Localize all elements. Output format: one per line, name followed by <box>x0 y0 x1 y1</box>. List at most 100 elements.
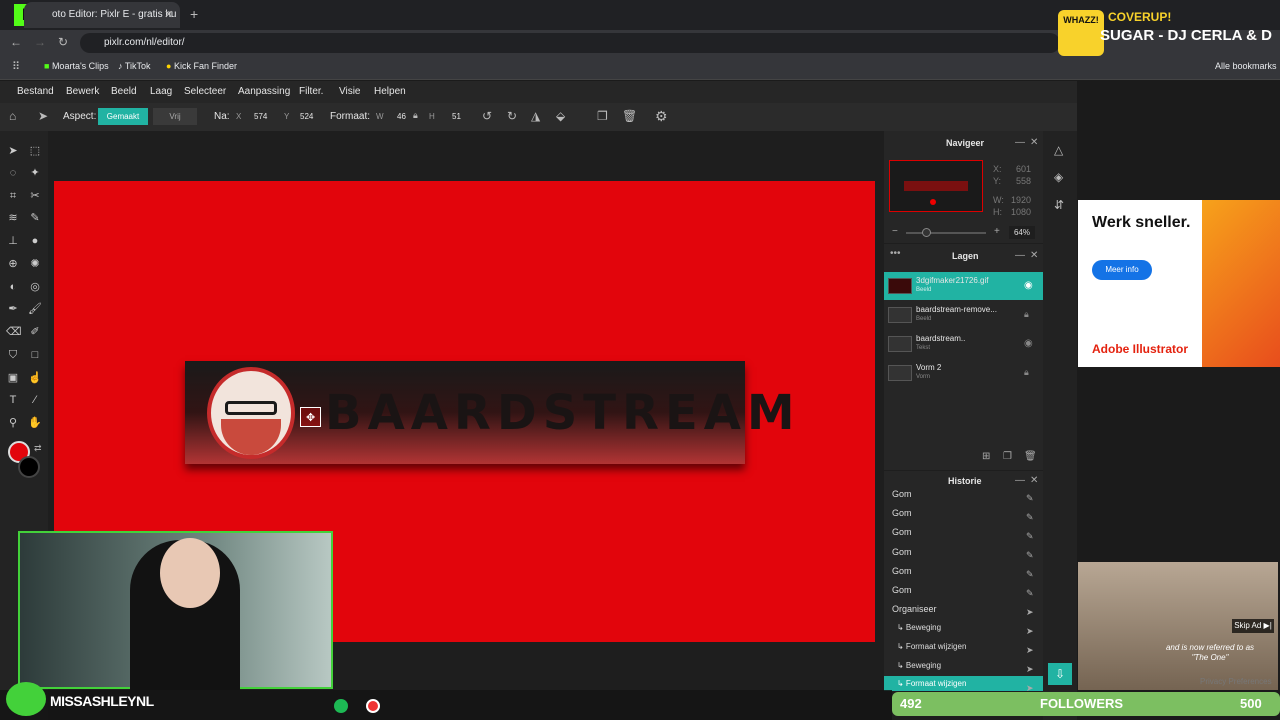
ai-tool-icon[interactable]: △ <box>1054 143 1063 157</box>
ad-more-info-button[interactable]: Meer info <box>1092 260 1152 280</box>
rotate-right-icon[interactable]: ↻ <box>507 109 517 123</box>
lock-ratio-icon[interactable]: 🔒︎ <box>413 110 418 121</box>
swap-colors-icon[interactable]: ⇄ <box>34 443 42 454</box>
adjust-icon[interactable]: ⇵ <box>1054 198 1064 212</box>
menu-visie[interactable]: Visie <box>339 86 361 97</box>
w-input[interactable]: 46 <box>397 112 406 121</box>
new-tab-icon[interactable]: + <box>190 6 198 22</box>
arrange-tool-icon[interactable]: ➤ <box>38 109 48 123</box>
menu-laag[interactable]: Laag <box>150 86 172 97</box>
magic-wand-icon[interactable]: ✦ <box>28 166 42 180</box>
marquee-tool-icon[interactable]: ⬚ <box>28 144 42 158</box>
drop-tool-icon[interactable]: ● <box>28 234 42 248</box>
menu-aanpassing[interactable]: Aanpassing <box>238 86 290 97</box>
url-input[interactable]: pixlr.com/nl/editor/ <box>80 33 1060 53</box>
fill-tool-icon[interactable]: ⛉ <box>6 348 20 362</box>
apps-icon[interactable]: ⠿ <box>12 60 20 73</box>
history-item[interactable]: Organiseer <box>892 604 937 614</box>
add-layer-icon[interactable]: ⊞ <box>982 451 990 462</box>
zoom-in-icon[interactable]: + <box>994 226 1000 237</box>
reload-icon[interactable]: ↻ <box>58 35 68 49</box>
skip-ad-button[interactable]: Skip Ad ▶| <box>1232 619 1274 633</box>
rotate-left-icon[interactable]: ↺ <box>482 109 492 123</box>
secondary-color-swatch[interactable] <box>18 456 40 478</box>
menu-beeld[interactable]: Beeld <box>111 86 137 97</box>
more-options-icon[interactable]: ••• <box>890 248 901 259</box>
arrange-tool-icon[interactable]: ➤ <box>6 144 20 158</box>
globe-tool-icon[interactable]: ⊕ <box>6 257 20 271</box>
brush-tool-icon[interactable]: 🖌︎ <box>28 302 42 316</box>
zoom-out-icon[interactable]: − <box>892 226 898 237</box>
navigator-thumbnail[interactable] <box>889 160 983 212</box>
visibility-eye-icon[interactable]: ◉ <box>1024 280 1033 291</box>
smudge-tool-icon[interactable]: ☝ <box>28 371 42 385</box>
h-input[interactable]: 51 <box>452 112 461 121</box>
sponge-tool-icon[interactable]: ◎ <box>28 280 42 294</box>
duplicate-layer-icon[interactable]: ❐ <box>1003 451 1012 462</box>
lock-icon[interactable]: 🔒︎ <box>1024 367 1029 378</box>
menu-selecteer[interactable]: Selecteer <box>184 86 226 97</box>
bookmark-moartas-clips[interactable]: ■ Moarta's Clips <box>44 61 109 71</box>
home-icon[interactable]: ⌂ <box>9 109 16 123</box>
minimize-icon[interactable]: — <box>1015 250 1025 261</box>
hand-tool-icon[interactable]: ✋ <box>28 416 42 430</box>
flip-vertical-icon[interactable]: ⬙ <box>556 109 565 123</box>
zoom-slider-handle[interactable] <box>922 228 931 237</box>
save-download-icon[interactable]: ⇩ <box>1048 663 1072 685</box>
cutout-tool-icon[interactable]: ✂ <box>28 189 42 203</box>
menu-bestand[interactable]: Bestand <box>17 86 54 97</box>
delete-icon[interactable]: 🗑︎ <box>622 109 637 123</box>
menu-helpen[interactable]: Helpen <box>374 86 406 97</box>
close-tab-icon[interactable]: ✕ <box>164 8 173 21</box>
pattern-tool-icon[interactable]: ✺ <box>28 257 42 271</box>
browser-tab[interactable]: oto Editor: Pixlr E - gratis hu <box>24 2 180 28</box>
clone-brush-icon[interactable]: ✐ <box>28 325 42 339</box>
aspect-vrij-button[interactable]: Vrij <box>153 108 197 125</box>
text-tool-icon[interactable]: T <box>6 393 20 407</box>
stamp-tool-icon[interactable]: ⊥ <box>6 234 20 248</box>
shape-tool-icon[interactable]: □ <box>28 348 42 362</box>
forward-icon[interactable]: → <box>34 35 46 49</box>
duplicate-icon[interactable]: ❐ <box>597 109 608 123</box>
settings-gear-icon[interactable]: ⚙ <box>655 108 668 125</box>
history-item[interactable]: Gom <box>892 547 912 557</box>
close-icon[interactable]: ✕ <box>1030 137 1038 148</box>
history-item[interactable]: Gom <box>892 489 912 499</box>
flip-horizontal-icon[interactable]: ◮ <box>531 109 540 123</box>
eraser-tool-icon[interactable]: ⌫ <box>6 325 22 339</box>
all-bookmarks-button[interactable]: Alle bookmarks <box>1215 61 1277 71</box>
menu-filter[interactable]: Filter. <box>299 86 323 97</box>
banner-text[interactable]: BAARDSTREAM <box>325 385 801 441</box>
dodge-tool-icon[interactable]: ◐ <box>6 280 20 294</box>
layers-icon[interactable]: ◈ <box>1054 170 1063 184</box>
bookmark-kick-fan-finder[interactable]: ● Kick Fan Finder <box>166 61 237 71</box>
crop-tool-icon[interactable]: ⌗ <box>6 189 20 203</box>
avatar[interactable] <box>207 367 295 459</box>
history-item[interactable]: ↳ Beweging <box>897 623 941 632</box>
eyedropper-tool-icon[interactable]: ⁄ <box>28 393 42 407</box>
delete-layer-icon[interactable]: 🗑︎ <box>1024 451 1037 462</box>
history-item[interactable]: ↳ Formaat wijzigen <box>897 679 966 688</box>
zoom-tool-icon[interactable]: ⚲ <box>6 416 20 430</box>
close-icon[interactable]: ✕ <box>1030 475 1038 486</box>
minimize-icon[interactable]: — <box>1015 137 1025 148</box>
close-icon[interactable]: ✕ <box>1030 250 1038 261</box>
back-icon[interactable]: ← <box>10 35 22 49</box>
menu-bewerk[interactable]: Bewerk <box>66 86 99 97</box>
history-item[interactable]: Gom <box>892 566 912 576</box>
lasso-tool-icon[interactable]: ◌ <box>6 166 20 180</box>
y-input[interactable]: 524 <box>300 112 313 121</box>
x-input[interactable]: 574 <box>254 112 267 121</box>
obs-icon[interactable] <box>366 699 380 713</box>
history-item[interactable]: ↳ Beweging <box>897 661 941 670</box>
minimize-icon[interactable]: — <box>1015 475 1025 486</box>
spotify-icon[interactable] <box>334 699 348 713</box>
zoom-level[interactable]: 64% <box>1009 226 1035 239</box>
visibility-eye-icon[interactable]: ◉ <box>1024 338 1033 349</box>
zoom-slider[interactable] <box>906 232 986 234</box>
liquify-tool-icon[interactable]: ≋ <box>6 211 20 225</box>
bookmark-tiktok[interactable]: ♪ TikTok <box>118 61 151 71</box>
history-item[interactable]: Gom <box>892 508 912 518</box>
lock-icon[interactable]: 🔒︎ <box>1024 309 1029 320</box>
history-item[interactable]: ↳ Formaat wijzigen <box>897 642 966 651</box>
